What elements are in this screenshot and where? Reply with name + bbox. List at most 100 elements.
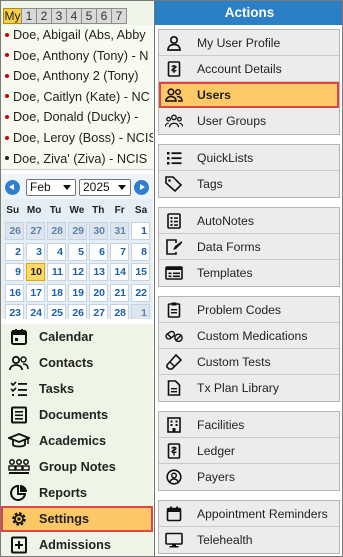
user-profile-icon [165,34,183,52]
calendar-day-today[interactable]: 10 [26,263,45,281]
action-my-user-profile[interactable]: My User Profile [159,30,339,56]
action-tags[interactable]: Tags [159,171,339,197]
patient-item[interactable]: Doe, Ziva' (Ziva) - NCIS [1,149,153,170]
tab-7[interactable]: 7 [111,8,127,24]
calendar-day[interactable]: 3 [26,242,45,261]
nav-item-calendar[interactable]: Calendar [1,324,153,350]
patient-name: Doe, Anthony (Tony) - N [13,48,149,63]
nav-item-reports[interactable]: Reports [1,480,153,506]
status-dot-icon [5,115,9,120]
calendar-day[interactable]: 14 [110,263,129,281]
action-users[interactable]: Users [159,82,339,108]
nav-item-documents[interactable]: Documents [1,402,153,428]
calendar-day[interactable]: 29 [68,222,87,240]
calendar-day[interactable]: 31 [110,222,129,240]
weekday-label: Fr [114,205,125,216]
calendar-day[interactable]: 1 [131,222,150,240]
calendar-day[interactable]: 8 [131,242,150,261]
calendar-day[interactable]: 4 [47,242,66,261]
reminders-icon [165,505,183,523]
action-group-account: My User Profile Account Details Users Us… [158,29,340,135]
action-problem-codes[interactable]: Problem Codes [159,297,339,323]
action-quicklists[interactable]: QuickLists [159,145,339,171]
patient-name: Doe, Leroy (Boss) - NCIS [13,130,153,145]
tasks-icon [8,380,30,398]
action-payers[interactable]: Payers [159,464,339,490]
weekday-label: Tu [49,205,62,216]
patient-name: Doe, Donald (Ducky) - [13,110,139,125]
tab-1[interactable]: 1 [21,8,37,24]
calendar-day[interactable]: 28 [47,222,66,240]
calendar-day[interactable]: 20 [89,283,108,302]
calendar-day[interactable]: 5 [68,242,87,261]
tags-icon [165,175,183,193]
action-ledger[interactable]: Ledger [159,438,339,464]
next-month-icon[interactable] [134,180,149,195]
year-select[interactable]: 2025 [79,179,131,196]
academics-icon [8,432,30,450]
action-custom-tests[interactable]: Custom Tests [159,349,339,375]
action-account-details[interactable]: Account Details [159,56,339,82]
calendar-day[interactable]: 30 [89,222,108,240]
nav-item-contacts[interactable]: Contacts [1,350,153,376]
tab-2[interactable]: 2 [36,8,52,24]
nav-item-admissions[interactable]: Admissions [1,532,153,556]
tab-5[interactable]: 5 [81,8,97,24]
action-templates[interactable]: Templates [159,260,339,286]
action-data-forms[interactable]: Data Forms [159,234,339,260]
data-forms-icon [165,238,183,256]
calendar-week: 16 17 18 19 20 21 22 [5,283,152,305]
calendar-day[interactable]: 7 [110,242,129,261]
calendar-week: 9 10 11 12 13 14 15 [5,263,152,284]
calendar-day[interactable]: 19 [68,283,87,302]
nav-item-settings[interactable]: Settings [1,506,153,532]
weekday-label: Sa [134,205,148,216]
nav-item-academics[interactable]: Academics [1,428,153,454]
calendar-day[interactable]: 2 [5,242,24,261]
action-label: My User Profile [197,35,281,50]
calendar-day[interactable]: 9 [5,263,24,281]
action-telehealth[interactable]: Telehealth [159,527,339,553]
patient-item[interactable]: Doe, Anthony 2 (Tony) [1,66,153,87]
action-tx-plan-library[interactable]: Tx Plan Library [159,375,339,401]
tab-6[interactable]: 6 [96,8,112,24]
action-label: Payers [197,470,235,484]
calendar-day[interactable]: 6 [89,242,108,261]
action-facilities[interactable]: Facilities [159,412,339,438]
nav-item-tasks[interactable]: Tasks [1,376,153,402]
patient-item[interactable]: Doe, Leroy (Boss) - NCIS [1,128,153,149]
tab-my[interactable]: My [3,8,22,24]
calendar-day[interactable]: 27 [26,222,45,240]
action-appointment-reminders[interactable]: Appointment Reminders [159,501,339,527]
action-label: Telehealth [197,533,253,547]
prev-month-icon[interactable] [5,180,20,195]
calendar-day[interactable]: 15 [131,263,150,281]
action-user-groups[interactable]: User Groups [159,108,339,134]
patient-item[interactable]: Doe, Caitlyn (Kate) - NC [1,87,153,108]
patient-item[interactable]: Doe, Donald (Ducky) - [1,107,153,128]
nav-item-label: Settings [39,512,90,526]
payers-icon [165,468,183,486]
mini-calendar: Feb 2025 Su Mo Tu We Th Fr Sa 26 27 28 2… [2,174,152,322]
patient-item[interactable]: Doe, Abigail (Abs, Abby [1,25,153,46]
month-select[interactable]: Feb [26,179,76,196]
calendar-day[interactable]: 18 [47,283,66,302]
tab-4[interactable]: 4 [66,8,82,24]
calendar-day[interactable]: 16 [5,283,24,302]
facilities-icon [165,416,183,434]
patient-item[interactable]: Doe, Anthony (Tony) - N [1,46,153,67]
status-dot-icon [5,73,9,78]
calendar-day[interactable]: 17 [26,283,45,302]
nav-item-group-notes[interactable]: Group Notes [1,454,153,480]
calendar-day[interactable]: 26 [5,222,24,240]
calendar-day[interactable]: 22 [131,283,150,302]
calendar-day[interactable]: 13 [89,263,108,281]
telehealth-icon [165,531,183,549]
status-dot-icon [5,156,9,161]
tab-3[interactable]: 3 [51,8,67,24]
action-autonotes[interactable]: AutoNotes [159,208,339,234]
calendar-day[interactable]: 11 [47,263,66,281]
calendar-day[interactable]: 21 [110,283,129,302]
action-custom-medications[interactable]: Custom Medications [159,323,339,349]
calendar-day[interactable]: 12 [68,263,87,281]
